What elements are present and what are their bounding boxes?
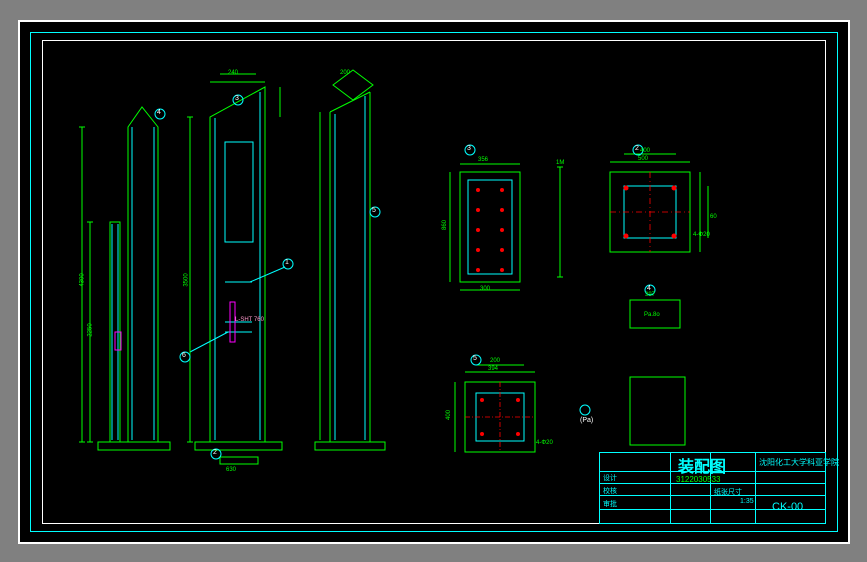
callout-v2: 2 bbox=[213, 449, 217, 456]
drawing-title: 装配图 bbox=[678, 453, 726, 477]
dim-p3-sp: 300 bbox=[480, 286, 490, 292]
drawing-number: CK-00 bbox=[772, 501, 803, 513]
dim-p5-note: 4-Φ20 bbox=[536, 440, 553, 446]
callout-v4: 4 bbox=[157, 109, 161, 116]
elevation-3 bbox=[315, 70, 385, 450]
callout-d5: 5 bbox=[473, 355, 477, 362]
detail-6-plate bbox=[630, 377, 685, 445]
dim-p2-g: 60 bbox=[710, 214, 717, 220]
detail-3-plate bbox=[450, 164, 520, 290]
scale-value: 1:35 bbox=[740, 498, 754, 505]
student-id: 3122030533 bbox=[676, 475, 721, 484]
callout-d4: 4 bbox=[647, 285, 651, 292]
drawing-frame: 4300 2250 3500 630 240 200 356 860 300 5… bbox=[18, 20, 850, 544]
dim-p2-w: 500 bbox=[638, 156, 648, 162]
institution: 沈阳化工大学科亚学院 bbox=[759, 457, 839, 468]
callout-d2: 2 bbox=[635, 145, 639, 152]
proportion-label: 纸张尺寸 bbox=[714, 487, 742, 497]
cad-viewer[interactable]: 4300 2250 3500 630 240 200 356 860 300 5… bbox=[0, 0, 867, 562]
p4-note: Pa.8o bbox=[644, 312, 660, 318]
dim-h-sub1: 2250 bbox=[88, 323, 94, 336]
design-label: 设计 bbox=[603, 473, 617, 483]
dim-h-sub2: 3500 bbox=[184, 273, 190, 286]
dim-p5-h: 400 bbox=[446, 410, 452, 420]
dim-d-top: 200 bbox=[340, 70, 350, 76]
callout-v6: 6 bbox=[182, 352, 186, 359]
callout-d3: 3 bbox=[467, 145, 471, 152]
dim-p3-h: 860 bbox=[442, 220, 448, 230]
dim-w-top: 240 bbox=[228, 70, 238, 76]
dim-h-main: 4300 bbox=[80, 273, 86, 286]
slot-label: L-SHT 760 bbox=[235, 317, 264, 323]
dim-w-base: 630 bbox=[226, 467, 236, 473]
callout-v1: 1 bbox=[285, 259, 289, 266]
approve-label: 审批 bbox=[603, 499, 617, 509]
dim-p2-note: 4-Φ20 bbox=[693, 232, 710, 238]
p6-tag: (Pa) bbox=[580, 417, 593, 424]
dim-p5-sp: 200 bbox=[490, 358, 500, 364]
detail-5-plate bbox=[455, 365, 535, 452]
callout-v3: 3 bbox=[235, 95, 239, 102]
scale-marker: 1M bbox=[556, 160, 564, 166]
check-label: 校核 bbox=[603, 486, 617, 496]
dim-p5-w: 394 bbox=[488, 366, 498, 372]
callout-v5: 5 bbox=[372, 207, 376, 214]
scale-bar bbox=[557, 167, 563, 277]
dim-p3-w: 356 bbox=[478, 157, 488, 163]
elevation-1 bbox=[79, 107, 170, 450]
dim-p2-sp: 400 bbox=[640, 148, 650, 154]
dim-p4-w: 397 bbox=[645, 292, 655, 298]
title-block: 装配图 沈阳化工大学科亚学院 3122030533 纸张尺寸 1:35 CK-0… bbox=[599, 452, 826, 524]
elevation-2 bbox=[187, 74, 285, 464]
